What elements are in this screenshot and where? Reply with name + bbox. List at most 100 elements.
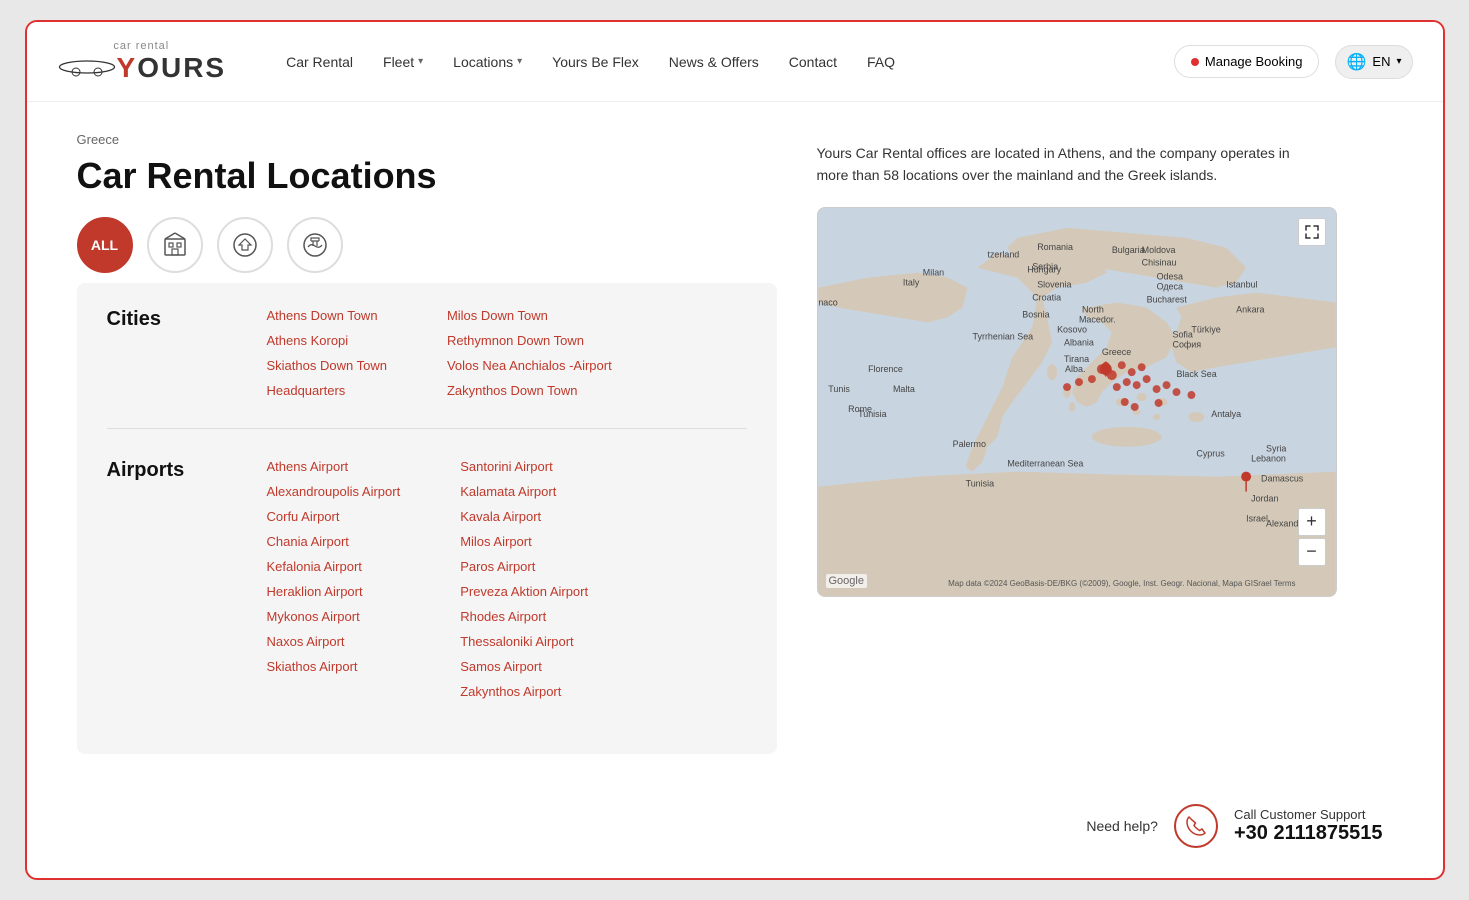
airports-col1: Athens Airport Alexandroupolis Airport C… — [267, 459, 401, 699]
svg-text:Tunis: Tunis — [828, 384, 850, 394]
svg-text:Coфия: Coфия — [1172, 339, 1201, 349]
top-section: Greece Car Rental Locations ALL — [77, 132, 1393, 754]
city-skiathos-downtown[interactable]: Skiathos Down Town — [267, 358, 387, 373]
airport-thessaloniki[interactable]: Thessaloniki Airport — [460, 634, 588, 649]
svg-text:tzerland: tzerland — [987, 250, 1019, 260]
city-zakynthos-downtown[interactable]: Zakynthos Down Town — [447, 383, 612, 398]
map-attribution: Map data ©2024 GeoBasis-DE/BKG (©2009), … — [878, 579, 1296, 588]
nav-yours-be-flex[interactable]: Yours Be Flex — [552, 54, 639, 70]
svg-text:Malta: Malta — [892, 384, 914, 394]
svg-text:Moldova: Moldova — [1141, 245, 1175, 255]
ship-icon — [301, 231, 329, 259]
fullscreen-icon — [1305, 225, 1319, 239]
filter-city[interactable] — [147, 217, 203, 273]
description: Yours Car Rental offices are located in … — [817, 142, 1297, 187]
phone-icon-circle — [1174, 804, 1218, 848]
airport-paros[interactable]: Paros Airport — [460, 559, 588, 574]
airport-chania[interactable]: Chania Airport — [267, 534, 401, 549]
airport-zakynthos[interactable]: Zakynthos Airport — [460, 684, 588, 699]
airport-milos[interactable]: Milos Airport — [460, 534, 588, 549]
airport-preveza[interactable]: Preveza Aktion Airport — [460, 584, 588, 599]
svg-text:Milan: Milan — [922, 267, 943, 277]
nav-fleet[interactable]: Fleet ▾ — [383, 54, 423, 70]
map-zoom-out[interactable]: − — [1298, 538, 1326, 566]
svg-text:Tirana: Tirana — [1064, 354, 1089, 364]
svg-text:Black Sea: Black Sea — [1176, 369, 1216, 379]
airport-alexandroupolis[interactable]: Alexandroupolis Airport — [267, 484, 401, 499]
locations-grid: Cities Athens Down Town Athens Koropi Sk… — [77, 283, 777, 754]
airport-corfu[interactable]: Corfu Airport — [267, 509, 401, 524]
filter-all[interactable]: ALL — [77, 217, 133, 273]
language-button[interactable]: 🌐 EN ▾ — [1335, 45, 1412, 79]
svg-text:Damascus: Damascus — [1261, 473, 1304, 483]
main-content: Greece Car Rental Locations ALL — [27, 102, 1443, 878]
airport-rhodes[interactable]: Rhodes Airport — [460, 609, 588, 624]
navbar: car rental YOURS Car Rental Fleet ▾ Loca… — [27, 22, 1443, 102]
left-section: Greece Car Rental Locations ALL — [77, 132, 777, 754]
city-athens-koropi[interactable]: Athens Koropi — [267, 333, 387, 348]
filter-airport[interactable] — [217, 217, 273, 273]
nav-faq[interactable]: FAQ — [867, 54, 895, 70]
svg-text:Jordan: Jordan — [1251, 493, 1278, 503]
building-icon — [161, 231, 189, 259]
airports-title: Airports — [107, 459, 267, 699]
airport-kalamata[interactable]: Kalamata Airport — [460, 484, 588, 499]
airports-section: Airports Athens Airport Alexandroupolis … — [107, 459, 747, 729]
city-headquarters[interactable]: Headquarters — [267, 383, 387, 398]
svg-text:Romania: Romania — [1037, 242, 1073, 252]
airport-athens[interactable]: Athens Airport — [267, 459, 401, 474]
svg-text:Lebanon: Lebanon — [1251, 453, 1286, 463]
airport-heraklion[interactable]: Heraklion Airport — [267, 584, 401, 599]
map-svg: Italy Greece Türkiye Romania Bulgaria No… — [818, 208, 1336, 596]
manage-booking-button[interactable]: Manage Booking — [1174, 45, 1320, 78]
svg-text:Chisinau: Chisinau — [1141, 257, 1176, 267]
airport-mykonos[interactable]: Mykonos Airport — [267, 609, 401, 624]
phone-icon — [1185, 815, 1207, 837]
city-volos-nea-anchialos[interactable]: Volos Nea Anchialos -Airport — [447, 358, 612, 373]
svg-text:Palermo: Palermo — [952, 439, 985, 449]
airport-kefalonia[interactable]: Kefalonia Airport — [267, 559, 401, 574]
nav-car-rental[interactable]: Car Rental — [286, 54, 353, 70]
nav-locations[interactable]: Locations ▾ — [453, 54, 522, 70]
airport-samos[interactable]: Samos Airport — [460, 659, 588, 674]
globe-icon: 🌐 — [1346, 52, 1366, 72]
call-support: Call Customer Support +30 2111875515 — [1234, 807, 1383, 845]
svg-text:Bosnia: Bosnia — [1022, 309, 1049, 319]
svg-text:Tunisia: Tunisia — [965, 478, 994, 488]
airport-skiathos[interactable]: Skiathos Airport — [267, 659, 401, 674]
need-help-text: Need help? — [1086, 818, 1158, 834]
nav-contact[interactable]: Contact — [789, 54, 837, 70]
airport-naxos[interactable]: Naxos Airport — [267, 634, 401, 649]
svg-text:Italy: Italy — [902, 277, 919, 287]
svg-text:Ankara: Ankara — [1236, 304, 1264, 314]
cities-section: Cities Athens Down Town Athens Koropi Sk… — [107, 308, 747, 429]
filter-port[interactable] — [287, 217, 343, 273]
airport-kavala[interactable]: Kavala Airport — [460, 509, 588, 524]
svg-text:Kosovo: Kosovo — [1057, 324, 1087, 334]
svg-text:Antalya: Antalya — [1211, 409, 1241, 419]
svg-text:Cyprus: Cyprus — [1196, 448, 1225, 458]
map-fullscreen-button[interactable] — [1298, 218, 1326, 246]
city-athens-downtown[interactable]: Athens Down Town — [267, 308, 387, 323]
cities-title: Cities — [107, 308, 267, 398]
cities-columns: Athens Down Town Athens Koropi Skiathos … — [267, 308, 747, 398]
call-label: Call Customer Support — [1234, 807, 1383, 822]
airports-col2: Santorini Airport Kalamata Airport Kaval… — [460, 459, 588, 699]
airport-santorini[interactable]: Santorini Airport — [460, 459, 588, 474]
manage-dot — [1191, 58, 1199, 66]
map-zoom-in[interactable]: + — [1298, 508, 1326, 536]
nav-news-offers[interactable]: News & Offers — [669, 54, 759, 70]
right-section: Yours Car Rental offices are located in … — [817, 132, 1393, 754]
svg-text:North: North — [1081, 304, 1103, 314]
city-milos-downtown[interactable]: Milos Down Town — [447, 308, 612, 323]
svg-text:Rome: Rome — [848, 404, 872, 414]
svg-text:Florence: Florence — [868, 364, 903, 374]
svg-text:Albania: Albania — [1064, 337, 1094, 347]
svg-text:Одеса: Одеса — [1156, 281, 1182, 291]
nav-right: Manage Booking 🌐 EN ▾ — [1174, 45, 1413, 79]
map-watermark: Google — [826, 574, 867, 588]
city-rethymnon-downtown[interactable]: Rethymnon Down Town — [447, 333, 612, 348]
cities-col2: Milos Down Town Rethymnon Down Town Volo… — [447, 308, 612, 398]
svg-text:Bucharest: Bucharest — [1146, 294, 1187, 304]
logo[interactable]: car rental YOURS — [57, 40, 227, 84]
